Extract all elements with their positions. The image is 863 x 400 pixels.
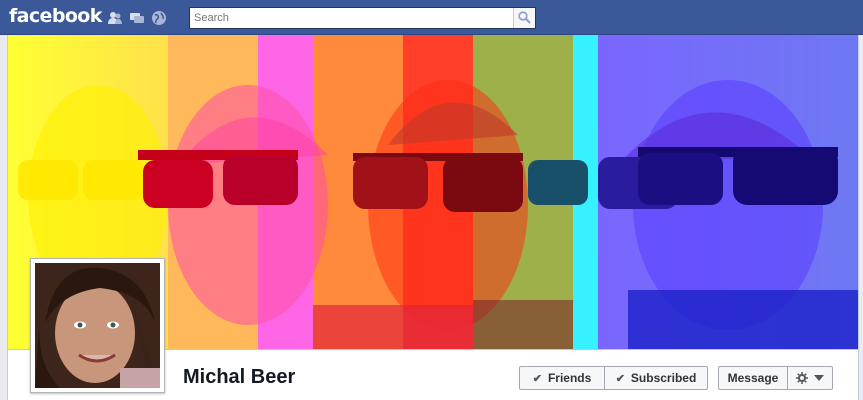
message-button[interactable]: Message xyxy=(718,366,788,390)
notifications-icon[interactable] xyxy=(151,10,167,26)
settings-dropdown-button[interactable] xyxy=(787,366,833,390)
search-input[interactable] xyxy=(194,10,508,26)
search-button[interactable] xyxy=(513,8,535,28)
notification-jewels xyxy=(107,10,167,26)
checkmark-icon: ✔ xyxy=(532,372,542,385)
sunglasses-5 xyxy=(638,147,838,205)
subscribed-button[interactable]: ✔ Subscribed xyxy=(604,366,708,390)
search-box[interactable] xyxy=(189,7,536,29)
top-bar: facebook xyxy=(0,0,863,35)
subscribed-label: Subscribed xyxy=(630,371,697,385)
message-label: Message xyxy=(727,371,779,385)
chevron-down-icon xyxy=(814,375,824,381)
search-icon xyxy=(518,11,531,24)
profile-photo-image xyxy=(35,263,160,388)
friends-label: Friends xyxy=(547,371,592,385)
gear-icon xyxy=(796,372,808,384)
profile-picture[interactable] xyxy=(30,258,165,393)
friend-requests-icon[interactable] xyxy=(107,10,123,26)
messages-icon[interactable] xyxy=(129,10,145,26)
facebook-logo[interactable]: facebook xyxy=(9,5,102,27)
checkmark-icon: ✔ xyxy=(615,372,625,385)
friends-button[interactable]: ✔ Friends xyxy=(519,366,605,390)
profile-name[interactable]: Michal Beer xyxy=(183,366,295,389)
